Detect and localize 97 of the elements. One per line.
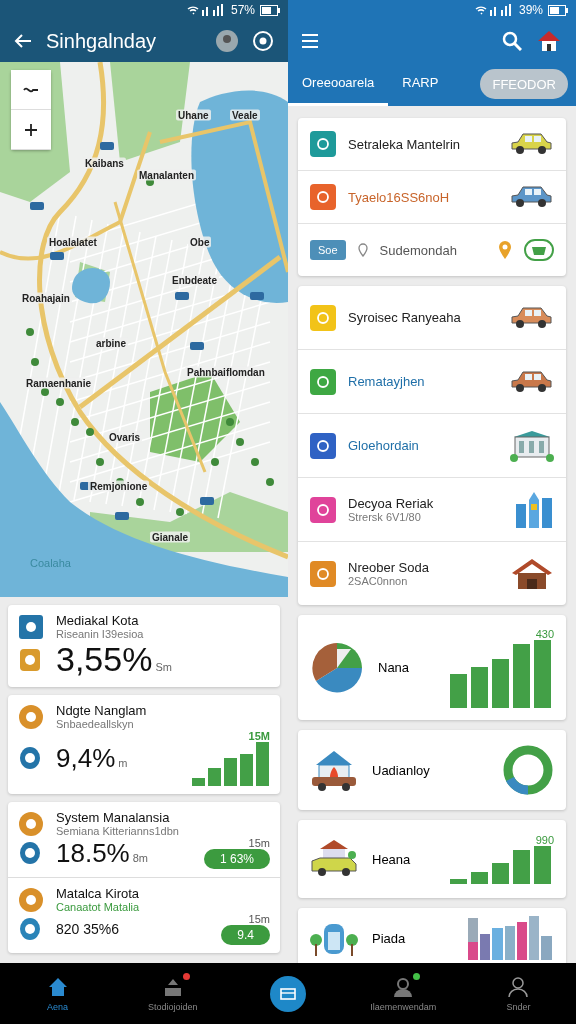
stat-subtitle: Snbaedeallskyn [56, 718, 135, 730]
plus-icon [24, 122, 38, 137]
battery-icon [260, 4, 280, 16]
map-label: Kaibans [83, 157, 126, 169]
basket-icon[interactable] [524, 239, 554, 261]
stat-value: 820 35%6 [56, 921, 120, 937]
battery-text: 39% [518, 3, 543, 17]
list-item-title[interactable]: Setraleka Mantelrin [348, 136, 496, 152]
nav-tab[interactable]: Stodiojoiden [115, 975, 231, 1012]
nav-tab[interactable]: Ilaemenwendam [345, 975, 461, 1012]
map-label: Remjonione [88, 480, 150, 492]
car-drawing [508, 304, 554, 331]
nav-tab[interactable]: Aena [0, 975, 116, 1012]
list-item-title[interactable]: Decyoa Reriak [348, 496, 502, 511]
house-icon[interactable] [536, 29, 562, 53]
unit-text: Sm [155, 661, 172, 673]
battery-icon [548, 4, 568, 16]
battery-text: 57% [230, 3, 255, 17]
map-label: Enbdeate [170, 274, 219, 286]
avatar-icon[interactable] [216, 30, 238, 52]
map-drawing[interactable] [0, 62, 288, 597]
car-drawing [508, 131, 554, 157]
app-icon [18, 613, 44, 640]
list-item-title[interactable]: Gloehordain [348, 438, 498, 453]
unit-text: 8m [132, 851, 148, 864]
map-label: Roahajain [20, 292, 72, 304]
location-text: Sudemondah [379, 242, 458, 258]
compass-icon[interactable] [252, 30, 274, 52]
roof-drawing [510, 556, 554, 591]
map-label: Hoalalatet [47, 236, 99, 248]
list-item-title[interactable]: Tyaelo16SS6noH [348, 189, 496, 205]
pie-chart-icon [310, 640, 364, 695]
search-icon[interactable] [502, 31, 522, 51]
map-label: arbine [94, 337, 128, 349]
menu-icon[interactable] [302, 34, 318, 48]
percent-pill: 9.4 [221, 925, 270, 945]
map-label: Veale [230, 109, 260, 121]
list-item-title[interactable]: Nreober Soda [348, 560, 498, 575]
stat-title: Ndgte Nanglam [56, 703, 148, 718]
stat-icon [18, 646, 42, 673]
stat-subtitle: Riseanin I39esioa [56, 628, 145, 640]
car-drawing [508, 368, 554, 395]
map-label: Pahnbaiflomdan [185, 366, 267, 378]
map-label: Ramaenhanie [24, 377, 94, 389]
tag-chip[interactable]: Soe [310, 240, 346, 260]
app-icon [18, 886, 44, 913]
chart-card-title: Heana [372, 851, 412, 867]
list-item-subtitle: 2SAC0nnon [348, 575, 409, 587]
stat-title: Matalca Kirota [56, 886, 141, 901]
stat-icon [18, 916, 42, 942]
chart-value: 990 [535, 834, 554, 846]
stat-title: Mediakal Kota [56, 613, 140, 628]
map-label: Gianale [150, 531, 191, 543]
app-icon [18, 810, 44, 837]
map-label: Uhane [176, 109, 211, 121]
list-item-title[interactable]: Rematayjhen [348, 374, 496, 389]
zoom-in-button[interactable] [11, 110, 51, 150]
pin-icon [498, 240, 512, 260]
signal-icon [473, 4, 514, 16]
unit-text: m [118, 756, 128, 769]
car-drawing [508, 184, 554, 210]
stat-subtitle: Canaatot Matalia [56, 901, 141, 913]
app-icon [18, 703, 44, 730]
stat-value: 3,55% [56, 640, 153, 679]
tab[interactable]: RARP [388, 62, 453, 106]
add-fab-button[interactable] [270, 975, 306, 1012]
time-text: 15m [248, 913, 270, 925]
user-icon [392, 975, 415, 998]
chart-card-title: Nana [378, 660, 411, 675]
stat-value: 9,4% [56, 742, 116, 774]
map-label: Obe [188, 236, 212, 248]
chart-card-title: Uadianloy [372, 762, 431, 778]
nav-tab[interactable]: Snder [460, 975, 576, 1012]
percent-pill: 1 63% [203, 849, 270, 869]
card-icon [280, 987, 296, 1000]
time-text: 15m [248, 837, 270, 849]
stat-value: 18.5% [56, 837, 130, 869]
map-label: Ovaris [107, 431, 143, 443]
profile-icon [507, 975, 530, 998]
stat-title: System Manalansia [56, 810, 171, 825]
signal-icon [185, 4, 226, 16]
list-item-subtitle: Strersk 6V1/80 [348, 511, 422, 523]
back-arrow-icon[interactable] [14, 33, 32, 49]
donut-chart [502, 744, 554, 796]
tab[interactable]: Oreeooarela [288, 62, 389, 106]
map-label: Coalaha [29, 557, 72, 569]
map-label: Manalanten [137, 169, 196, 181]
chart-card-title: Piada [372, 930, 407, 946]
stat-subtitle: Semiana Kitterianns1dbn [56, 825, 180, 837]
screen-title: Sinhgalnday [46, 29, 158, 53]
list-item-title[interactable]: Syroisec Ranyeaha [348, 310, 496, 325]
badge-text: 15M [248, 730, 270, 742]
chart-value: 430 [535, 627, 554, 640]
building-drawing [510, 428, 554, 463]
stat-icon [18, 745, 42, 771]
stat-icon [18, 840, 42, 866]
location-icon [357, 243, 368, 257]
